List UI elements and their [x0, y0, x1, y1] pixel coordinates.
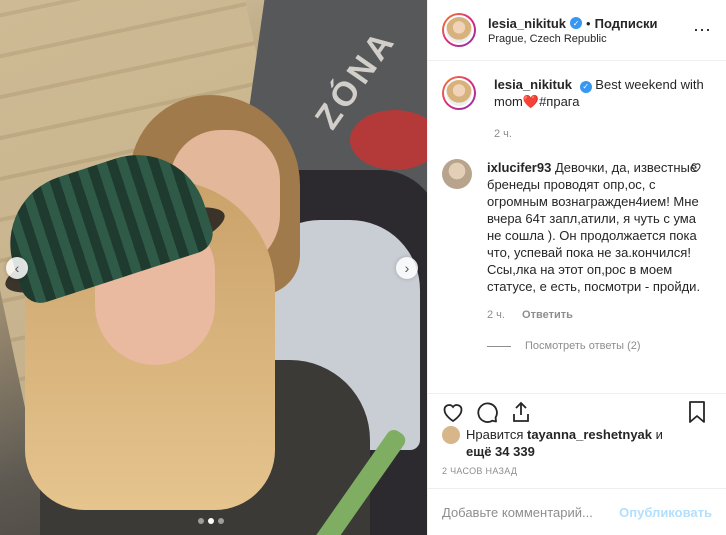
liker-username[interactable]: tayanna_reshetnyak [527, 427, 652, 442]
caption-username[interactable]: lesia_nikituk [494, 77, 572, 92]
prev-photo-button[interactable]: ‹ [6, 257, 28, 279]
chevron-right-icon: › [404, 260, 410, 276]
next-photo-button[interactable]: › [396, 257, 418, 279]
comments-section[interactable]: lesia_nikituk ✓ Best weekend with mom❤️#… [428, 62, 726, 378]
publish-button[interactable]: Опубликовать [619, 505, 712, 520]
verified-icon: ✓ [579, 80, 592, 93]
like-comment-button[interactable] [690, 161, 702, 176]
comment-username[interactable]: ixlucifer93 [487, 160, 551, 175]
chevron-left-icon: ‹ [14, 260, 20, 276]
like-button[interactable] [438, 397, 468, 427]
save-button[interactable] [682, 397, 712, 427]
comment-composer: Опубликовать [428, 488, 726, 535]
comment-row: ixlucifer93 Девочки, да, известные брене… [442, 159, 712, 355]
comment-input[interactable] [442, 504, 620, 520]
follow-button[interactable]: Подписки [595, 16, 658, 31]
post-location[interactable]: Prague, Czech Republic [488, 33, 658, 45]
reply-button[interactable]: Ответить [522, 309, 573, 321]
post-timestamp: 2 ЧАСОВ НАЗАД [442, 466, 518, 476]
author-username[interactable]: lesia_nikituk [488, 16, 566, 31]
comment-button[interactable] [472, 397, 502, 427]
heart-icon [443, 403, 463, 422]
commenter-avatar[interactable] [442, 159, 472, 189]
carousel-dots [198, 518, 224, 524]
post-header: lesia_nikituk ✓ • Подписки Prague, Czech… [428, 0, 726, 61]
carousel-dot-active [208, 518, 214, 524]
header-separator: • [586, 15, 591, 31]
likes-prefix: Нравится [466, 427, 524, 442]
carousel-dot [198, 518, 204, 524]
share-icon [513, 401, 529, 422]
likes-summary: Нравится tayanna_reshetnyak и ещё 34 339 [442, 426, 716, 460]
liker-avatar[interactable] [442, 426, 460, 444]
bookmark-icon [689, 400, 705, 423]
caption-row: lesia_nikituk ✓ Best weekend with mom❤️#… [442, 76, 712, 143]
comment-time: 2 ч. [487, 309, 505, 321]
caption-avatar[interactable] [442, 76, 476, 110]
caption-time: 2 ч. [494, 128, 512, 140]
carousel-dot [218, 518, 224, 524]
likes-others-count[interactable]: ещё 34 339 [466, 444, 535, 459]
view-replies-button[interactable]: Посмотреть ответы (2) [487, 338, 712, 355]
heart-outline-icon [691, 163, 701, 173]
comment-icon [477, 402, 498, 423]
comment-text: Девочки, да, известные бренеды проводят … [487, 160, 701, 294]
verified-icon: ✓ [570, 17, 583, 29]
post-actions [428, 393, 726, 429]
post-side-panel: lesia_nikituk ✓ • Подписки Prague, Czech… [427, 0, 726, 535]
likes-and: и [655, 427, 663, 442]
more-horizontal-icon[interactable]: ⋯ [693, 20, 712, 41]
author-avatar[interactable] [442, 13, 476, 47]
share-button[interactable] [506, 397, 536, 427]
post-photo[interactable]: ZÓNA ‹ › [0, 0, 427, 535]
